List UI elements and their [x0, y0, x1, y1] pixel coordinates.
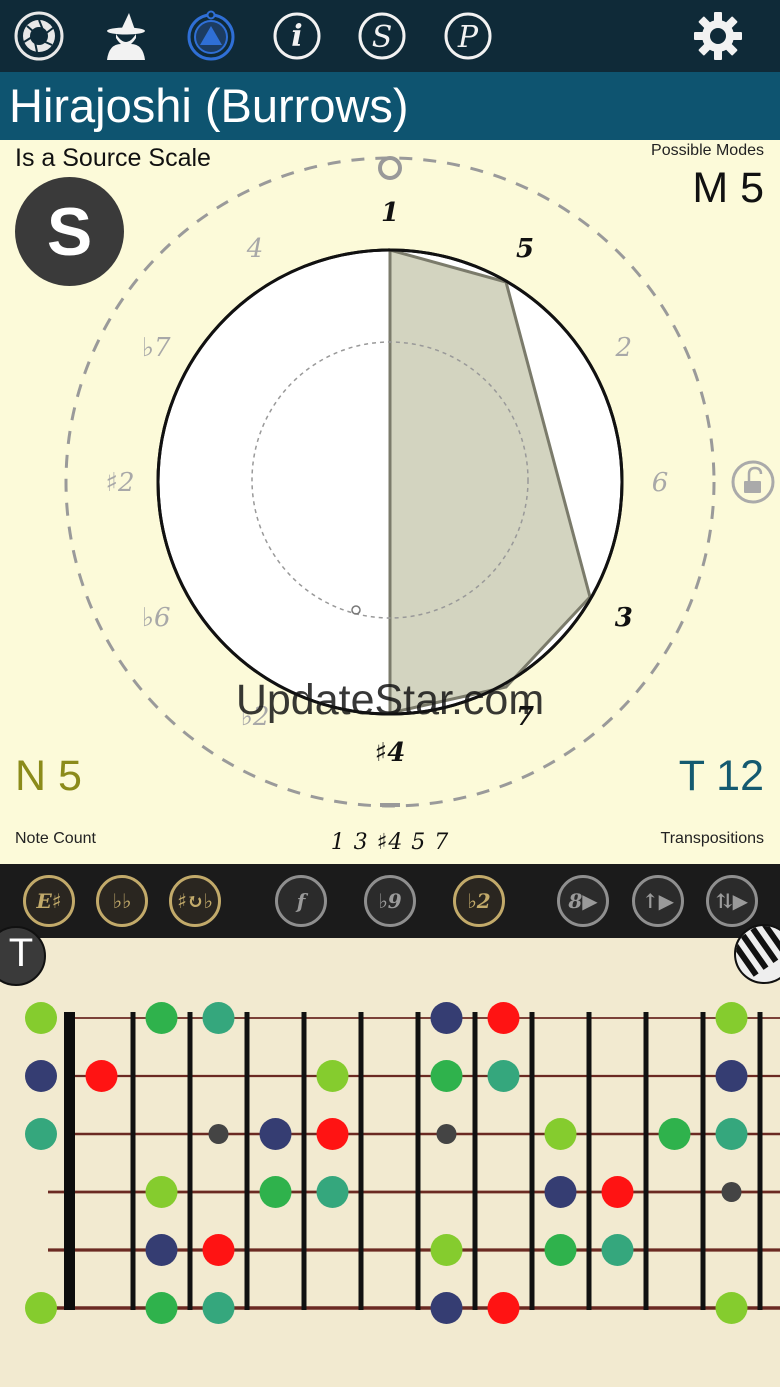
nut	[64, 1012, 75, 1310]
note-dot[interactable]	[487, 1060, 520, 1092]
fret-marker	[436, 1124, 457, 1144]
watermark: UpdateStar.com	[235, 676, 545, 724]
svg-text:P: P	[457, 20, 479, 55]
note-dot[interactable]	[259, 1176, 292, 1208]
fret-wire	[529, 1012, 535, 1310]
fret-marker	[721, 1182, 742, 1202]
note-dot[interactable]	[202, 1234, 235, 1266]
p-circle-icon[interactable]: P	[440, 8, 496, 64]
fretboard[interactable]	[0, 938, 780, 1387]
svg-text:i: i	[291, 19, 302, 54]
note-dot[interactable]	[145, 1234, 178, 1266]
top-toolbar: i S P	[0, 0, 780, 72]
fretboard-area: T	[0, 924, 780, 1387]
lock-icon[interactable]	[731, 460, 775, 504]
rotation-handle-icon[interactable]	[378, 156, 402, 180]
e-sharp-button[interactable]: E♯	[23, 875, 75, 927]
note-dot[interactable]	[487, 1002, 520, 1034]
note-dot[interactable]	[601, 1234, 634, 1266]
aperture-icon[interactable]	[11, 8, 67, 64]
info-icon[interactable]: i	[269, 8, 325, 64]
updown-play-button[interactable]: ⇅▶	[706, 875, 758, 927]
notation-toolbar: E♯ ♭♭ ♯↻♭ f ♭9 ♭2 8▶ ↑▶ ⇅▶	[0, 864, 780, 938]
note-dot[interactable]	[25, 1060, 57, 1092]
wheel-label: ♯4	[375, 738, 406, 768]
note-dot[interactable]	[658, 1118, 691, 1150]
note-dot[interactable]	[544, 1176, 577, 1208]
fret-wire	[586, 1012, 592, 1310]
note-dot[interactable]	[25, 1002, 57, 1034]
note-dot[interactable]	[715, 1292, 748, 1324]
note-dot[interactable]	[25, 1118, 57, 1150]
note-dot[interactable]	[316, 1060, 349, 1092]
fret-wire	[700, 1012, 706, 1310]
note-dot[interactable]	[316, 1118, 349, 1150]
note-count-value: N 5	[15, 752, 82, 800]
note-dot[interactable]	[202, 1292, 235, 1324]
note-dot[interactable]	[145, 1002, 178, 1034]
fret-wire	[757, 1012, 763, 1310]
note-dot[interactable]	[145, 1292, 178, 1324]
note-dot[interactable]	[145, 1176, 178, 1208]
wheel-label: ♭7	[142, 333, 171, 363]
note-dot[interactable]	[430, 1234, 463, 1266]
f-button[interactable]: f	[275, 875, 327, 927]
gear-icon[interactable]	[690, 8, 746, 64]
note-dot[interactable]	[430, 1292, 463, 1324]
cycle-accidental-button[interactable]: ♯↻♭	[169, 875, 221, 927]
wizard-icon[interactable]	[97, 8, 153, 64]
scale-formula: 1 3 ♯4 5 7	[330, 830, 450, 855]
scale-panel: 1 5 2 6 3 7 ♯4 ♭2 ♭6 ♯2 ♭7 4 Is a Source Scale S Po…	[0, 140, 780, 864]
wheel-label: 3	[615, 603, 633, 633]
transpositions-value[interactable]: T 12	[679, 752, 764, 801]
note-dot[interactable]	[316, 1176, 349, 1208]
note-dot[interactable]	[715, 1118, 748, 1150]
scale-polygon	[388, 248, 592, 715]
note-dot[interactable]	[430, 1060, 463, 1092]
note-dot[interactable]	[601, 1176, 634, 1208]
flat-two-button[interactable]: ♭2	[453, 875, 505, 927]
fret-wire	[187, 1012, 193, 1310]
fret-marker	[208, 1124, 229, 1144]
modes-value[interactable]: M 5	[692, 164, 764, 213]
fret-wire	[358, 1012, 364, 1310]
triangle-ring-icon[interactable]	[183, 8, 239, 64]
fret-wire	[130, 1012, 136, 1310]
wheel-label: ♭6	[142, 603, 171, 633]
source-scale-label: Is a Source Scale	[15, 144, 211, 172]
note-dot[interactable]	[85, 1060, 118, 1092]
app-screen: i S P Hirajoshi (Burrows) 1 5 2 6 3 7 ♯4…	[0, 0, 780, 1387]
title-bar: Hirajoshi (Burrows)	[0, 72, 780, 140]
flat-nine-button[interactable]: ♭9	[364, 875, 416, 927]
octave-play-button[interactable]: 8▶	[557, 875, 609, 927]
note-dot[interactable]	[259, 1118, 292, 1150]
note-dot[interactable]	[544, 1118, 577, 1150]
up-play-button[interactable]: ↑▶	[632, 875, 684, 927]
fret-wire	[301, 1012, 307, 1310]
note-dot[interactable]	[430, 1002, 463, 1034]
fret-wire	[415, 1012, 421, 1310]
svg-text:S: S	[372, 20, 393, 55]
note-dot[interactable]	[25, 1292, 57, 1324]
wheel-label: 5	[516, 234, 534, 264]
note-dot[interactable]	[544, 1234, 577, 1266]
note-dot[interactable]	[487, 1292, 520, 1324]
wheel-label: 2	[615, 333, 633, 363]
modes-label: Possible Modes	[651, 142, 764, 159]
source-badge[interactable]: S	[15, 177, 124, 286]
s-circle-icon[interactable]: S	[354, 8, 410, 64]
fret-wire	[643, 1012, 649, 1310]
wheel-label: 1	[381, 198, 399, 228]
scale-title: Hirajoshi (Burrows)	[9, 79, 409, 132]
wheel-label: ♯2	[105, 468, 134, 498]
fret-wire	[472, 1012, 478, 1310]
wheel-label: 4	[246, 234, 264, 264]
fret-wire	[244, 1012, 250, 1310]
note-dot[interactable]	[202, 1002, 235, 1034]
note-dot[interactable]	[715, 1002, 748, 1034]
wheel-label: 6	[652, 468, 669, 498]
note-dot[interactable]	[715, 1060, 748, 1092]
double-flat-button[interactable]: ♭♭	[96, 875, 148, 927]
